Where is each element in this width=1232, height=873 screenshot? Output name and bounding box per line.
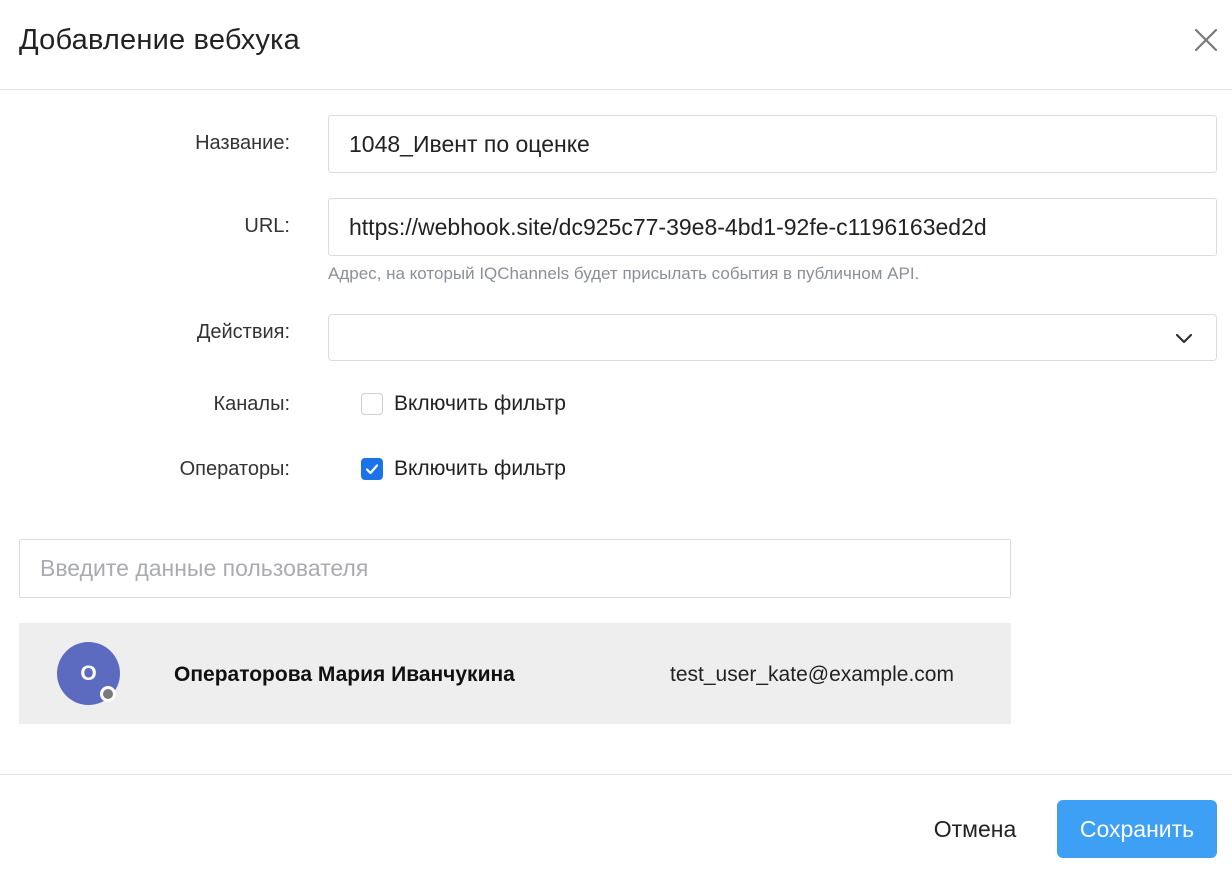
footer-divider bbox=[0, 774, 1232, 775]
operators-label: Операторы: bbox=[179, 458, 290, 480]
status-indicator bbox=[100, 686, 116, 702]
name-label: Название: bbox=[195, 132, 290, 154]
channels-filter-checkbox[interactable] bbox=[361, 393, 383, 415]
channels-filter-toggle[interactable]: Включить фильтр bbox=[361, 391, 566, 417]
actions-select[interactable] bbox=[328, 314, 1217, 361]
user-email: test_user_kate@example.com bbox=[670, 663, 954, 686]
name-input[interactable] bbox=[328, 115, 1217, 173]
cancel-button[interactable]: Отмена bbox=[915, 800, 1035, 858]
url-hint: Адрес, на который IQChannels будет присы… bbox=[328, 264, 920, 283]
checkmark-icon bbox=[365, 464, 379, 475]
operators-filter-checkbox[interactable] bbox=[361, 458, 383, 480]
operators-filter-label: Включить фильтр bbox=[394, 457, 566, 480]
actions-label: Действия: bbox=[196, 321, 290, 343]
close-icon bbox=[1194, 28, 1218, 52]
user-name: Операторова Мария Иванчукина bbox=[174, 663, 515, 686]
dialog-title: Добавление вебхука bbox=[19, 24, 300, 56]
user-search-input[interactable] bbox=[19, 539, 1011, 598]
url-input[interactable] bbox=[328, 198, 1217, 256]
close-button[interactable] bbox=[1190, 24, 1222, 56]
url-label: URL: bbox=[244, 215, 290, 237]
chevron-down-icon bbox=[1175, 333, 1193, 344]
save-button[interactable]: Сохранить bbox=[1057, 800, 1217, 858]
user-list-item[interactable]: О Операторова Мария Иванчукина test_user… bbox=[19, 623, 1011, 724]
channels-filter-label: Включить фильтр bbox=[394, 392, 566, 415]
operators-filter-toggle[interactable]: Включить фильтр bbox=[361, 456, 566, 482]
dialog-header: Добавление вебхука bbox=[0, 0, 1232, 90]
channels-label: Каналы: bbox=[213, 393, 290, 415]
webhook-dialog: Добавление вебхука Название: URL: Адрес,… bbox=[0, 0, 1232, 873]
